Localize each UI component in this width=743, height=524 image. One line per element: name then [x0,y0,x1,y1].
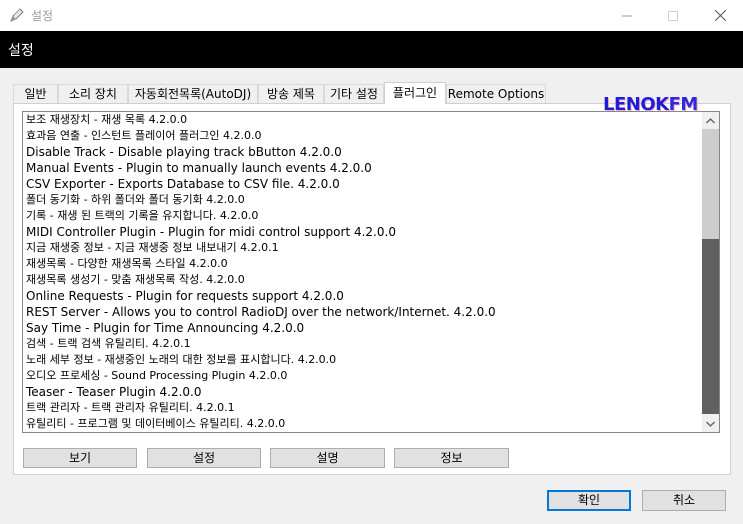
window-title: 설정 [31,9,54,23]
list-item[interactable]: Disable Track - Disable playing track bB… [26,144,698,160]
list-item[interactable]: 효과음 연출 - 인스턴트 플레이어 플러그인 4.2.0.0 [26,128,698,144]
app-pen-icon [9,7,25,23]
header-title: 설정 [8,43,34,59]
scrollbar-track[interactable] [702,129,719,239]
scrollbar-thumb[interactable] [702,239,719,414]
lenokfm-logo: LENOKFM [603,94,698,115]
close-button[interactable] [697,0,743,31]
list-item[interactable]: 지금 재생중 정보 - 지금 재생중 정보 내보내기 4.2.0.1 [26,240,698,256]
plugin-settings-button[interactable]: 설정 [147,448,261,468]
description-button[interactable]: 설명 [270,448,385,468]
tab-other-settings[interactable]: 기타 설정 [324,84,384,103]
list-item[interactable]: 오디오 프로세싱 - Sound Processing Plugin 4.2.0… [26,368,698,384]
list-item[interactable]: 재생목록 - 다양한 재생목록 스타일 4.2.0.0 [26,256,698,272]
plugin-list-items: 보조 재생장치 - 재생 목록 4.2.0.0 효과음 연출 - 인스턴트 플레… [26,112,698,432]
scroll-down-button[interactable] [702,415,719,432]
tab-broadcast-title[interactable]: 방송 제목 [258,84,324,103]
list-item[interactable]: 트랙 관리자 - 트랙 관리자 유틸리티. 4.2.0.1 [26,400,698,416]
plugin-list-scrollbar[interactable] [702,112,719,432]
list-item[interactable]: Manual Events - Plugin to manually launc… [26,160,698,176]
plugin-list[interactable]: 보조 재생장치 - 재생 목록 4.2.0.0 효과음 연출 - 인스턴트 플레… [22,111,720,433]
title-bar: 설정 [0,0,743,31]
tab-sound-devices[interactable]: 소리 장치 [58,84,128,103]
minimize-icon [622,15,632,16]
maximize-button[interactable] [650,0,696,31]
list-item[interactable]: 재생목록 생성기 - 맞춤 재생목록 작성. 4.2.0.0 [26,272,698,288]
dialog-header: 설정 [0,31,743,68]
list-item[interactable]: 노래 세부 정보 - 재생중인 노래의 대한 정보를 표시합니다. 4.2.0.… [26,352,698,368]
ok-button[interactable]: 확인 [547,490,631,511]
list-item[interactable]: 검색 - 트랙 검색 유틸리티. 4.2.0.1 [26,336,698,352]
info-button[interactable]: 정보 [394,448,509,468]
chevron-up-icon [706,117,715,123]
list-item[interactable]: 유틸리티 - 프로그램 및 데이터베이스 유틸리티. 4.2.0.0 [26,416,698,432]
list-item[interactable]: 기록 - 재생 된 트랙의 기록을 유지합니다. 4.2.0.0 [26,208,698,224]
tab-plugins[interactable]: 플러그인 [384,82,446,104]
list-item[interactable]: Online Requests - Plugin for requests su… [26,288,698,304]
chevron-down-icon [706,421,715,427]
list-item[interactable]: Say Time - Plugin for Time Announcing 4.… [26,320,698,336]
tab-remote-options[interactable]: Remote Options [446,84,546,103]
list-item[interactable]: MIDI Controller Plugin - Plugin for midi… [26,224,698,240]
list-item[interactable]: Teaser - Teaser Plugin 4.2.0.0 [26,384,698,400]
list-item[interactable]: 폴더 동기화 - 하위 폴더와 폴더 동기화 4.2.0.0 [26,192,698,208]
view-button[interactable]: 보기 [23,448,137,468]
tab-autodj[interactable]: 자동회전목록(AutoDJ) [128,84,258,103]
scroll-up-button[interactable] [702,112,719,129]
list-item[interactable]: CSV Exporter - Exports Database to CSV f… [26,176,698,192]
maximize-icon [668,10,678,21]
minimize-button[interactable] [604,0,650,31]
list-item[interactable]: 보조 재생장치 - 재생 목록 4.2.0.0 [26,112,698,128]
tab-general[interactable]: 일반 [13,84,58,103]
cancel-button[interactable]: 취소 [642,490,726,511]
close-icon [714,10,726,21]
list-item[interactable]: REST Server - Allows you to control Radi… [26,304,698,320]
